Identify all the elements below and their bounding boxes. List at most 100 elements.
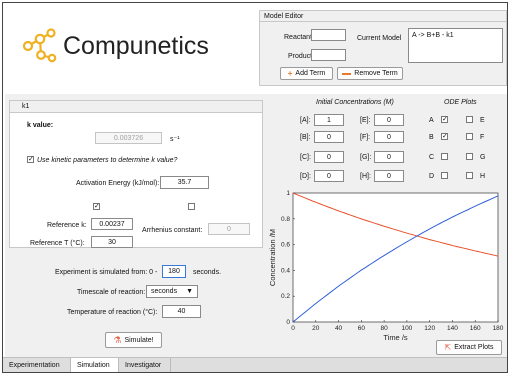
conc-input[interactable]: 0 [374, 151, 404, 163]
seconds-label: seconds. [193, 269, 222, 276]
sim-end-input[interactable]: 180 [162, 265, 186, 278]
conc-input[interactable]: 0 [374, 114, 404, 126]
x-tick-label: 120 [424, 325, 435, 332]
right-option-checkbox[interactable] [188, 203, 195, 210]
x-tick-label: 20 [312, 325, 320, 332]
tab-experimentation[interactable]: Experimentation [3, 358, 71, 372]
simulate-icon: ⚗ [113, 334, 122, 345]
tab-simulation[interactable]: Simulation [71, 358, 119, 372]
checkmark-icon: ✓ [28, 156, 34, 163]
left-option-checkbox[interactable]: ✓ [93, 203, 100, 210]
sim-range-label: Experiment is simulated from: 0 - [55, 269, 158, 276]
reference-t-label: Reference T (°C): [30, 240, 85, 247]
remove-term-label: Remove Term [354, 70, 398, 77]
plus-icon: + [287, 69, 293, 78]
current-model-label: Current Model [357, 35, 402, 42]
x-tick-label: 80 [380, 325, 388, 332]
x-axis-label: Time /s [383, 333, 408, 342]
activation-energy-label: Activation Energy (kJ/mol): [76, 180, 160, 187]
concentration-chart[interactable]: 0 20 40 60 80 100 120 140 160 180 0 0.2 0.4 0.6 0.8 1 Ti… [267, 188, 507, 343]
model-editor-panel: Model Editor Reactants: Products: Curren… [259, 10, 507, 86]
reference-t-input[interactable]: 30 [91, 236, 133, 248]
x-tick-label: 60 [358, 325, 366, 332]
k-value-field[interactable]: 0.003726 [95, 132, 162, 144]
model-editor-title: Model Editor [264, 13, 304, 20]
x-tick-label: 0 [291, 325, 295, 332]
use-kinetic-checkbox[interactable]: ✓ [27, 156, 34, 163]
ode-label: H [480, 173, 486, 180]
dropdown-arrow-icon: ▼ [186, 288, 193, 295]
ode-plots-heading: ODE Plots [444, 99, 477, 106]
conc-label: [H]: [360, 173, 371, 180]
x-tick-label: 40 [335, 325, 343, 332]
add-term-button[interactable]: + Add Term [280, 67, 333, 80]
conc-label: [G]: [360, 154, 372, 161]
extract-plots-label: Extract Plots [454, 344, 494, 351]
timescale-value: seconds [151, 288, 178, 295]
conc-input[interactable]: 1 [314, 114, 344, 126]
ode-label: G [480, 154, 486, 161]
conc-input[interactable]: 0 [314, 170, 344, 182]
k-value-label: k value: [27, 122, 54, 129]
remove-term-button[interactable]: Remove Term [337, 67, 403, 80]
reactants-input[interactable] [311, 29, 346, 41]
concentrations-heading: Initial Concentrations (M) [316, 99, 394, 106]
y-axis-label: Concentration /M [268, 229, 277, 286]
ode-checkbox[interactable] [441, 172, 448, 179]
ode-checkbox[interactable] [466, 172, 473, 179]
conc-label: [B]: [300, 134, 311, 141]
minus-icon [342, 72, 352, 75]
y-tick-label: 0.2 [281, 293, 290, 300]
compunetics-logo-icon [22, 28, 57, 63]
conc-input[interactable]: 0 [314, 131, 344, 143]
app-name: Compunetics [63, 32, 209, 60]
y-tick-label: 0.6 [281, 242, 290, 249]
app-window: Compunetics Model Editor Reactants: Prod… [2, 2, 508, 373]
conc-label: [D]: [300, 173, 311, 180]
ode-checkbox[interactable] [466, 133, 473, 140]
conc-label: [A]: [300, 117, 311, 124]
conc-input[interactable]: 0 [374, 170, 404, 182]
ode-checkbox[interactable]: ✓ [441, 133, 448, 140]
activation-energy-input[interactable]: 35.7 [160, 176, 209, 189]
ode-checkbox[interactable] [466, 116, 473, 123]
arrhenius-label: Arrhenius constant: [142, 227, 203, 234]
simulate-button[interactable]: ⚗ Simulate! [105, 332, 162, 348]
x-tick-label: 180 [493, 325, 504, 332]
extract-plots-button[interactable]: ⇱ Extract Plots [436, 340, 502, 355]
temperature-label: Temperature of reaction (°C): [67, 309, 158, 316]
chart-container: 0 20 40 60 80 100 120 140 160 180 0 0.2 0.4 0.6 0.8 1 Ti… [267, 188, 507, 343]
tab-bar: Experimentation Simulation Investigator [3, 357, 507, 372]
simulate-label: Simulate! [124, 336, 154, 344]
ode-checkbox[interactable] [466, 153, 473, 160]
timescale-dropdown[interactable]: seconds ▼ [146, 285, 198, 298]
current-model-box[interactable]: A -> B+B - k1 [408, 28, 503, 63]
ode-label: B [429, 134, 434, 141]
x-tick-label: 140 [447, 325, 458, 332]
ode-label: E [480, 117, 485, 124]
ode-label: D [429, 173, 435, 180]
y-tick-label: 0.4 [281, 267, 290, 274]
tab-investigator[interactable]: Investigator [119, 358, 171, 372]
products-input[interactable] [311, 49, 346, 61]
y-tick-label: 0 [286, 319, 290, 326]
arrhenius-field[interactable]: 0 [208, 223, 250, 235]
use-kinetic-label: Use kinetic parameters to determine k va… [37, 157, 178, 164]
conc-label: [E]: [360, 117, 371, 124]
k-tab-label[interactable]: k1 [22, 103, 29, 110]
ode-checkbox[interactable]: ✓ [441, 116, 448, 123]
y-tick-label: 0.8 [281, 216, 290, 223]
conc-input[interactable]: 0 [374, 131, 404, 143]
reference-k-label: Reference k: [47, 222, 87, 229]
conc-label: [C]: [300, 154, 311, 161]
current-model-text: A -> B+B - k1 [412, 32, 454, 39]
k-panel: k1 k value: 0.003726 s⁻¹ ✓ Use kinetic p… [9, 100, 263, 248]
reference-k-input[interactable]: 0.00237 [91, 218, 133, 230]
conc-input[interactable]: 0 [314, 151, 344, 163]
y-tick-label: 1 [286, 190, 290, 197]
timescale-label: Timescale of reaction: [77, 289, 146, 296]
temperature-input[interactable]: 40 [162, 305, 201, 318]
extract-icon: ⇱ [444, 343, 452, 352]
ode-label: A [429, 117, 434, 124]
ode-checkbox[interactable] [441, 153, 448, 160]
